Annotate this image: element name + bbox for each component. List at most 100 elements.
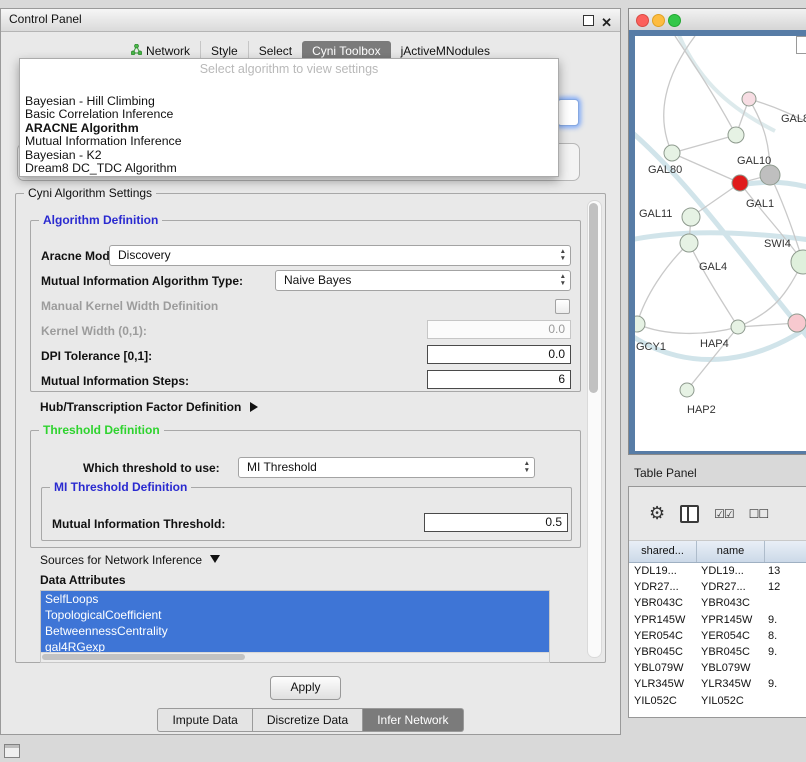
table-row[interactable]: YDR27...YDR27...12 [629, 579, 806, 595]
table-row[interactable]: YDL19...YDL19...13 [629, 563, 806, 579]
column-header-shared[interactable]: shared... [629, 541, 697, 562]
kernel-width-field[interactable]: 0.0 [427, 320, 571, 339]
combo-arrows-icon: ▲▼ [560, 249, 566, 262]
table-cell: YBR043C [629, 597, 696, 609]
table-cell: YLR345W [629, 678, 696, 690]
table-row[interactable]: YBR045CYBR045C9. [629, 644, 806, 660]
focused-spinner-partial[interactable] [557, 99, 579, 126]
table-cell: YBL079W [696, 662, 763, 674]
settings-scrollbar[interactable] [587, 200, 602, 658]
deselect-all-checks-icon[interactable]: ☐☐ [749, 507, 769, 521]
network-node[interactable] [635, 316, 645, 332]
zoom-traffic-icon[interactable] [668, 14, 681, 27]
mi-type-value: Naive Bayes [284, 273, 351, 287]
expand-right-icon[interactable] [250, 402, 258, 412]
mi-threshold-field[interactable]: 0.5 [424, 513, 568, 532]
algorithm-item-mutual-information-inference[interactable]: Mutual Information Inference [20, 135, 558, 148]
close-traffic-icon[interactable] [636, 14, 649, 27]
control-panel-titlebar[interactable]: Control Panel ✕ [1, 9, 620, 32]
algorithm-definition-group: Algorithm Definition Aracne Mode: Discov… [30, 220, 581, 392]
gear-icon[interactable]: ⚙ [649, 503, 665, 524]
sources-row[interactable]: Sources for Network Inference [40, 553, 220, 567]
window-title: Control Panel [9, 12, 82, 26]
table-cell: 9. [763, 614, 806, 626]
table-row[interactable]: YLR345WYLR345W9. [629, 676, 806, 692]
table-cell: YLR345W [696, 678, 763, 690]
control-panel-window: Control Panel ✕ NetworkStyleSelectCyni T… [0, 8, 621, 735]
which-threshold-select[interactable]: MI Threshold ▲▼ [238, 457, 535, 478]
algorithm-item-bayesian-hill-climbing[interactable]: Bayesian - Hill Climbing [20, 95, 558, 108]
network-tab-icon [131, 44, 142, 58]
tab-discretize-data[interactable]: Discretize Data [253, 708, 363, 732]
column-header-name[interactable]: name [697, 541, 765, 562]
tab-label: Select [259, 44, 292, 58]
minimize-traffic-icon[interactable] [652, 14, 665, 27]
table-cell: YER054C [629, 630, 696, 642]
float-window-icon[interactable] [583, 15, 594, 26]
network-canvas[interactable]: GAL80GAL80GAL10GAL11GAL1SWI4GAL4GCY1HAP4… [635, 36, 806, 451]
network-node[interactable] [664, 145, 680, 161]
tab-label: jActiveMNodules [401, 44, 490, 58]
table-row[interactable]: YBL079WYBL079W [629, 660, 806, 676]
network-node[interactable] [788, 314, 806, 332]
data-attributes-list[interactable]: SelfLoopsTopologicalCoefficientBetweenne… [40, 590, 550, 663]
network-window-titlebar[interactable] [629, 9, 806, 31]
algorithm-item-aracne-algorithm[interactable]: ARACNE Algorithm [20, 122, 558, 135]
threshold-definition-title: Threshold Definition [39, 423, 164, 437]
collapse-down-icon[interactable] [210, 555, 220, 563]
network-node[interactable] [760, 165, 780, 185]
network-node[interactable] [682, 208, 700, 226]
mi-steps-field[interactable]: 6 [427, 370, 571, 389]
table-row[interactable]: YIL052CYIL052C [629, 693, 806, 709]
tab-impute-data[interactable]: Impute Data [157, 708, 252, 732]
network-node[interactable] [791, 250, 806, 274]
aracne-mode-select[interactable]: Discovery ▲▼ [109, 245, 571, 266]
canvas-corner-box[interactable] [796, 36, 806, 54]
attribute-item-selfloops[interactable]: SelfLoops [41, 591, 549, 607]
mi-type-label: Mutual Information Algorithm Type: [41, 274, 243, 288]
apply-button[interactable]: Apply [270, 676, 341, 700]
algorithm-definition-title: Algorithm Definition [39, 213, 162, 227]
dpi-tolerance-field[interactable]: 0.0 [427, 345, 571, 364]
network-node[interactable] [680, 234, 698, 252]
mi-threshold-group-title: MI Threshold Definition [50, 480, 191, 494]
table-row[interactable]: YBR043CYBR043C [629, 595, 806, 611]
network-view-window: GAL80GAL80GAL10GAL11GAL1SWI4GAL4GCY1HAP4… [628, 8, 806, 455]
columns-icon[interactable] [680, 505, 699, 523]
mi-type-select[interactable]: Naive Bayes ▲▼ [275, 270, 571, 291]
hub-definition-row[interactable]: Hub/Transcription Factor Definition [40, 400, 258, 414]
manual-kernel-checkbox[interactable] [555, 299, 570, 314]
cyni-settings-group: Cyni Algorithm Settings Algorithm Defini… [15, 193, 606, 663]
table-panel-window: ⚙ ☑☑ ☐☐ shared...name YDL19...YDL19...13… [628, 486, 806, 718]
table-cell: YBR045C [629, 646, 696, 658]
node-label-gal10: GAL10 [737, 155, 771, 167]
network-node[interactable] [680, 383, 694, 397]
scrollbar-thumb[interactable] [589, 203, 598, 393]
attribute-item-betweennesscentrality[interactable]: BetweennessCentrality [41, 623, 549, 639]
node-label-gal1: GAL1 [746, 198, 774, 210]
table-cell: 9. [763, 678, 806, 690]
column-header-extra[interactable] [765, 541, 806, 562]
tab-label: Style [211, 44, 238, 58]
network-node[interactable] [728, 127, 744, 143]
tab-infer-network[interactable]: Infer Network [363, 708, 463, 732]
attribute-item-topologicalcoefficient[interactable]: TopologicalCoefficient [41, 607, 549, 623]
table-row[interactable]: YPR145WYPR145W9. [629, 612, 806, 628]
table-toolbar: ⚙ ☑☑ ☐☐ [629, 487, 806, 541]
table-cell: YBR045C [696, 646, 763, 658]
network-node[interactable] [732, 175, 748, 191]
table-row[interactable]: YER054CYER054C8. [629, 628, 806, 644]
attributes-hscrollbar[interactable] [41, 652, 549, 662]
algorithm-item-basic-correlation-inference[interactable]: Basic Correlation Inference [20, 108, 558, 121]
algorithm-item-dream8-dc-tdc-algorithm[interactable]: Dream8 DC_TDC Algorithm [20, 162, 558, 175]
close-icon[interactable]: ✕ [601, 12, 612, 33]
algorithm-item-bayesian-k2[interactable]: Bayesian - K2 [20, 149, 558, 162]
table-cell: YDR27... [629, 581, 696, 593]
network-node[interactable] [731, 320, 745, 334]
mi-threshold-group: MI Threshold Definition Mutual Informati… [41, 487, 572, 541]
node-label-gal80: GAL80 [648, 164, 682, 176]
scrollbar-thumb[interactable] [42, 654, 245, 660]
minimized-window-icon[interactable] [4, 744, 20, 758]
network-node[interactable] [742, 92, 756, 106]
select-all-checks-icon[interactable]: ☑☑ [714, 507, 734, 521]
